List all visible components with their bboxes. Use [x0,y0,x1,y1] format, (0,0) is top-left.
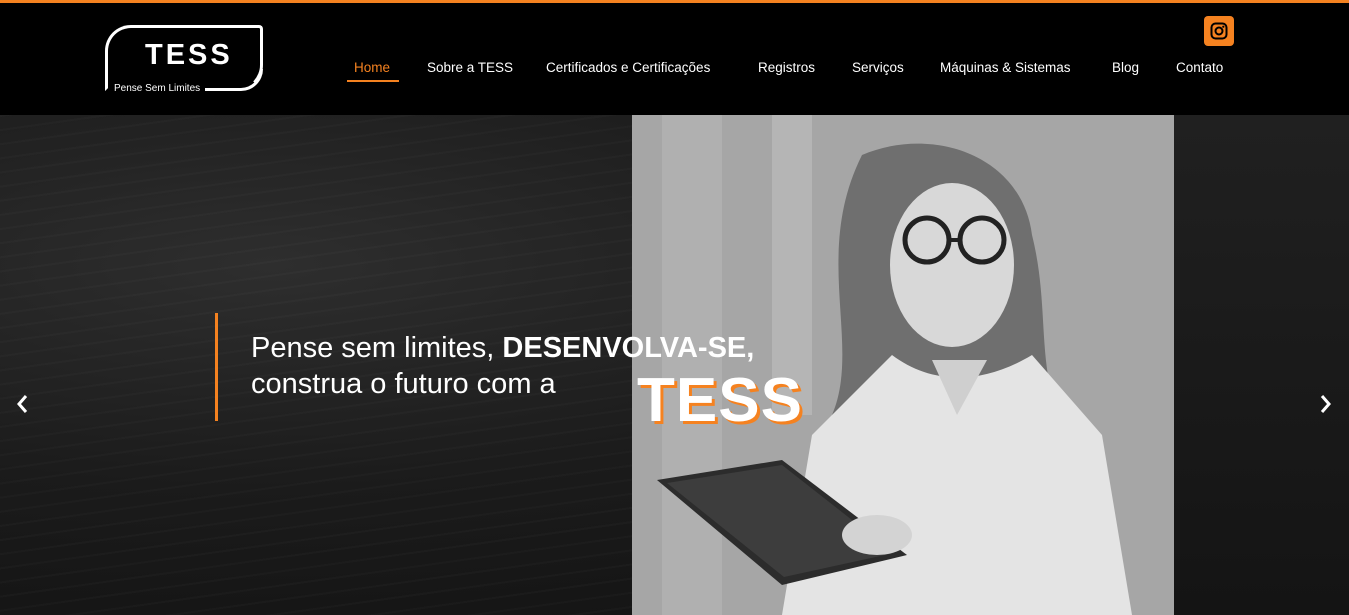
nav-maquinas[interactable]: Máquinas & Sistemas [940,60,1071,75]
headline-accent-bar [215,313,218,421]
nav-active-underline [347,80,399,82]
slider-next-button[interactable] [1314,393,1338,421]
nav-home[interactable]: Home [354,60,390,75]
chevron-right-icon [1320,395,1331,413]
logo-wordmark: TESS [145,39,233,71]
nav-sobre[interactable]: Sobre a TESS [427,60,513,75]
instagram-link[interactable] [1204,16,1234,46]
nav-contato[interactable]: Contato [1176,60,1223,75]
slider-prev-button[interactable] [10,393,34,421]
logo-tagline: Pense Sem Limites [114,83,201,94]
nav-registros[interactable]: Registros [758,60,815,75]
hero-brand-word: TESS [637,366,803,435]
site-header: TESS Pense Sem Limites Home Sobre a TESS… [0,3,1349,115]
chevron-left-icon [17,395,28,413]
hero-slider: Pense sem limites, DESENVOLVA-SE, constr… [0,115,1349,615]
instagram-icon [1210,22,1228,40]
headline-line1-prefix: Pense sem limites, [251,332,503,364]
logo-frame-corner [205,69,263,91]
nav-blog[interactable]: Blog [1112,60,1139,75]
hero-right-background [1174,115,1349,615]
nav-certificados[interactable]: Certificados e Certificações [546,60,710,75]
headline-line1-strong: DESENVOLVA-SE, [502,332,755,364]
nav-servicos[interactable]: Serviços [852,60,904,75]
site-logo[interactable]: TESS Pense Sem Limites [105,25,263,94]
